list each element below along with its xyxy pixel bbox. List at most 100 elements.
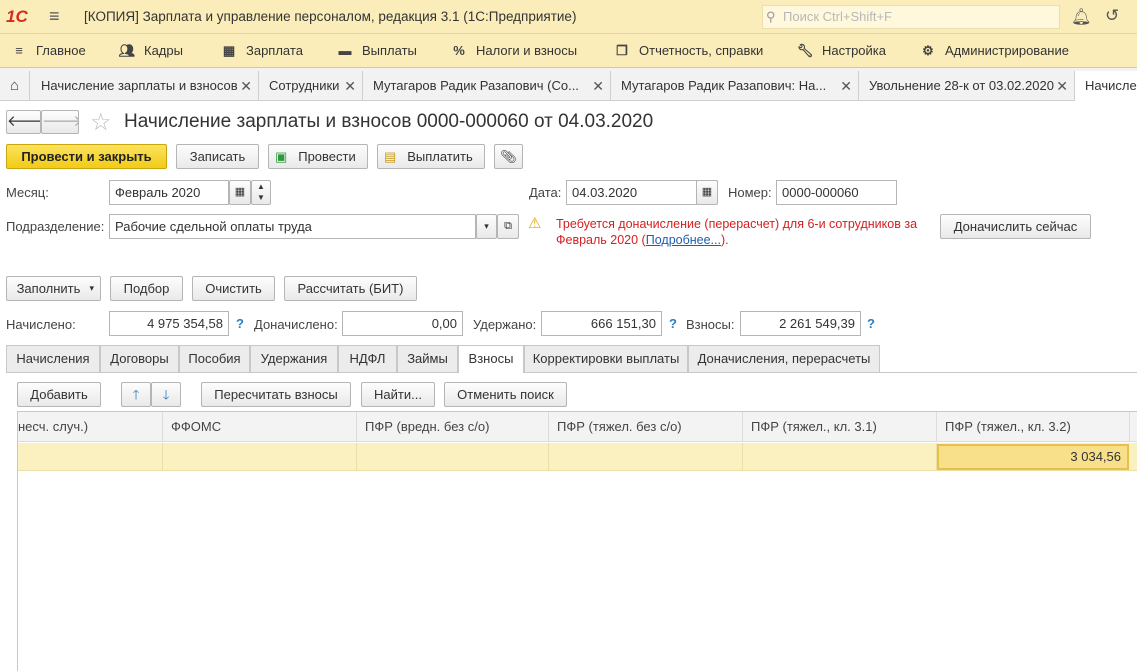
menu-item-reports[interactable]: ❐ Отчетность, справки: [613, 34, 763, 68]
tab-accruals[interactable]: Начисления: [6, 345, 100, 372]
column-header[interactable]: ПФР (тяжел., кл. 3.2): [937, 412, 1130, 442]
menu-item-salary[interactable]: ▦ Зарплата: [220, 34, 303, 68]
month-label: Месяц:: [6, 185, 49, 200]
menu-item-main[interactable]: ≡ Главное: [10, 34, 85, 68]
pay-button[interactable]: ▤ Выплатить: [377, 144, 485, 169]
tab-contracts[interactable]: Договоры: [100, 345, 179, 372]
calculate-bit-button[interactable]: Рассчитать (БИТ): [284, 276, 417, 301]
month-stepper[interactable]: ▲ ▼: [251, 180, 271, 205]
main-menu-icon[interactable]: ≡: [49, 6, 60, 27]
tab-payroll-doc[interactable]: Начисление зарплаты и взносов ✕: [31, 71, 259, 101]
star-icon[interactable]: ☆: [90, 108, 112, 137]
department-field[interactable]: Рабочие сдельной оплаты труда: [109, 214, 476, 239]
contributions-help-icon[interactable]: ?: [867, 316, 875, 331]
forward-button[interactable]: 🡒: [41, 110, 79, 134]
table-cell[interactable]: [549, 443, 743, 471]
table-cell[interactable]: [163, 443, 357, 471]
column-header[interactable]: несч. случ.): [18, 412, 163, 442]
menu-item-taxes[interactable]: % Налоги и взносы: [450, 34, 577, 68]
tab-label: Сотрудники: [269, 78, 340, 93]
close-icon[interactable]: ✕: [592, 71, 604, 101]
tab-panel-border: [6, 372, 1137, 373]
tab-employee-accruals[interactable]: Мутагаров Радик Разапович: На... ✕: [611, 71, 859, 101]
table-cell[interactable]: [743, 443, 937, 471]
move-up-button[interactable]: 🡑: [121, 382, 151, 407]
app-logo[interactable]: 1С: [6, 7, 28, 27]
withheld-help-icon[interactable]: ?: [669, 316, 677, 331]
column-header[interactable]: ПФР (тяжел. без с/о): [549, 412, 743, 442]
post-button[interactable]: ▣ Провести: [268, 144, 368, 169]
table-cell[interactable]: [357, 443, 549, 471]
date-calendar-button[interactable]: ▦: [696, 180, 718, 205]
tab-benefits[interactable]: Пособия: [179, 345, 250, 372]
bell-icon[interactable]: 🔔︎: [1071, 7, 1091, 27]
recalc-now-button[interactable]: Доначислить сейчас: [940, 214, 1091, 239]
tab-employee-card[interactable]: Мутагаров Радик Разапович (Со... ✕: [363, 71, 611, 101]
pick-button[interactable]: Подбор: [110, 276, 183, 301]
calendar-icon: ▦: [234, 186, 246, 198]
save-button[interactable]: Записать: [176, 144, 259, 169]
chevron-down-icon: ▾: [484, 221, 489, 231]
menu-item-settings[interactable]: 🔧︎ Настройка: [796, 34, 886, 68]
accrued-label: Начислено:: [6, 317, 76, 332]
close-icon[interactable]: ✕: [344, 71, 356, 101]
menu-label: Отчетность, справки: [639, 43, 764, 58]
tab-recalculations[interactable]: Доначисления, перерасчеты: [688, 345, 880, 372]
search-placeholder: Поиск Ctrl+Shift+F: [783, 9, 892, 24]
close-icon[interactable]: ✕: [1056, 71, 1068, 101]
home-icon[interactable]: ⌂: [0, 71, 30, 101]
accrued-value: 4 975 354,58: [109, 311, 229, 336]
wrench-icon: 🔧︎: [796, 43, 814, 58]
gear-icon: ⚙: [922, 43, 934, 58]
menu-item-payments[interactable]: ▬ Выплаты: [336, 34, 417, 68]
clear-button[interactable]: Очистить: [192, 276, 275, 301]
tab-label: Мутагаров Радик Разапович: На...: [621, 78, 827, 93]
accrued-help-icon[interactable]: ?: [236, 316, 244, 331]
tab-deductions[interactable]: Удержания: [250, 345, 338, 372]
tab-label: Мутагаров Радик Разапович (Со...: [373, 78, 579, 93]
month-field[interactable]: Февраль 2020: [109, 180, 229, 205]
open-windows-bar: ⌂ Начисление зарплаты и взносов ✕ Сотрудн…: [0, 68, 1137, 102]
back-button[interactable]: 🡐: [6, 110, 41, 134]
recalculate-contributions-button[interactable]: Пересчитать взносы: [201, 382, 351, 407]
selected-table-cell[interactable]: 3 034,56: [937, 444, 1129, 470]
withheld-label: Удержано:: [473, 317, 537, 332]
date-field[interactable]: 04.03.2020: [566, 180, 697, 205]
cancel-search-button[interactable]: Отменить поиск: [444, 382, 567, 407]
column-header[interactable]: ФФОМС: [163, 412, 357, 442]
search-icon: ⚲: [766, 9, 776, 24]
menu-label: Администрирование: [945, 43, 1069, 58]
tab-payment-corrections[interactable]: Корректировки выплаты: [524, 345, 688, 372]
tab-label: Увольнение 28-к от 03.02.2020: [869, 78, 1054, 93]
post-and-close-button[interactable]: Провести и закрыть: [6, 144, 167, 169]
tab-active-payroll[interactable]: Начисле: [1075, 71, 1137, 102]
department-dropdown-button[interactable]: ▾: [476, 214, 497, 239]
history-icon[interactable]: ↺: [1105, 6, 1119, 26]
table-cell[interactable]: [18, 443, 163, 471]
calendar-icon: ▦: [701, 186, 713, 198]
calendar-button[interactable]: ▦: [229, 180, 251, 205]
close-icon[interactable]: ✕: [840, 71, 852, 101]
fill-button[interactable]: Заполнить ▾: [6, 276, 101, 301]
tab-ndfl[interactable]: НДФЛ: [338, 345, 397, 372]
close-icon[interactable]: ✕: [240, 71, 252, 101]
column-header[interactable]: ПФР (тяжел., кл. 3.1): [743, 412, 937, 442]
number-field[interactable]: 0000-000060: [776, 180, 897, 205]
move-down-button[interactable]: 🡓: [151, 382, 181, 407]
tab-loans[interactable]: Займы: [397, 345, 458, 372]
menu-item-hr[interactable]: 👥︎ Кадры: [118, 34, 183, 68]
tab-label: Начисление зарплаты и взносов: [41, 78, 238, 93]
column-header[interactable]: ПФР (вредн. без с/о): [357, 412, 549, 442]
tab-dismissal[interactable]: Увольнение 28-к от 03.02.2020 ✕: [859, 71, 1075, 101]
wallet-icon: ▬: [338, 43, 352, 58]
tab-employees[interactable]: Сотрудники ✕: [259, 71, 363, 101]
find-button[interactable]: Найти...: [361, 382, 435, 407]
details-link[interactable]: Подробнее...: [646, 233, 721, 247]
department-open-button[interactable]: ⧉: [497, 214, 519, 239]
tab-contributions[interactable]: Взносы: [458, 345, 524, 373]
add-row-button[interactable]: Добавить: [17, 382, 101, 407]
global-search-input[interactable]: ⚲ Поиск Ctrl+Shift+F: [762, 5, 1060, 29]
tab-label: Начисле: [1085, 78, 1137, 93]
menu-item-admin[interactable]: ⚙ Администрирование: [919, 34, 1069, 68]
attach-button[interactable]: 📎︎: [494, 144, 523, 169]
